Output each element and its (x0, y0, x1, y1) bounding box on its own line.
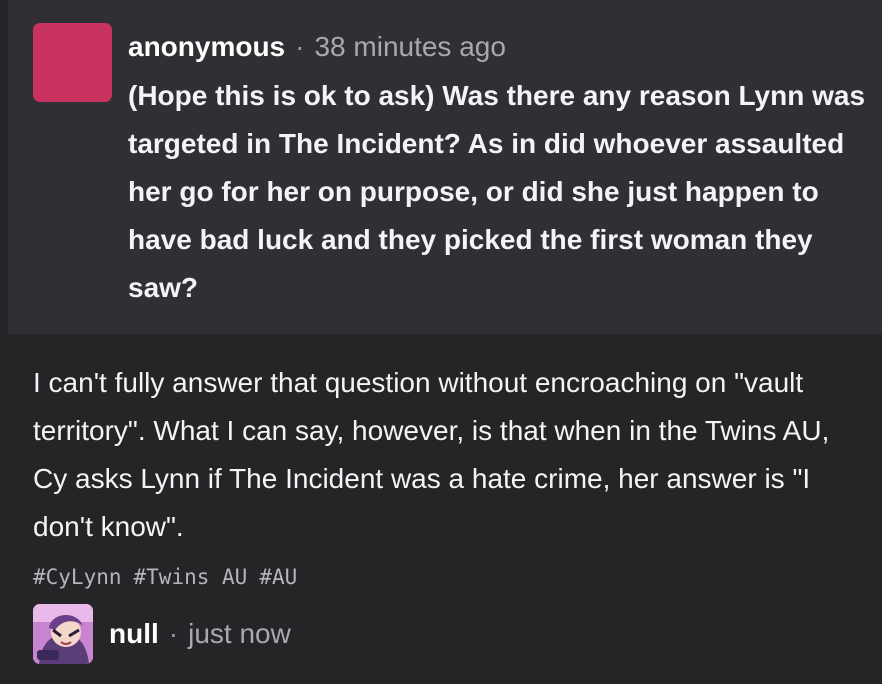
tag-cylynn[interactable]: #CyLynn (33, 565, 122, 589)
ask-header: anonymous · 38 minutes ago (128, 28, 506, 66)
avatar-illustration-icon (33, 604, 93, 664)
user-avatar[interactable] (33, 604, 93, 664)
anonymous-avatar[interactable] (33, 23, 112, 102)
tag-list: #CyLynn #Twins AU #AU (33, 561, 309, 593)
tag-twins-au[interactable]: #Twins AU (134, 565, 248, 589)
ask-box: anonymous · 38 minutes ago (Hope this is o… (8, 0, 882, 334)
footer-timestamp: just now (188, 618, 291, 649)
footer-author-name[interactable]: null (109, 618, 159, 649)
ask-question-text: (Hope this is ok to ask) Was there any r… (128, 80, 866, 303)
answer-text: I can't fully answer that question witho… (33, 367, 830, 542)
tag-au[interactable]: #AU (259, 565, 297, 589)
post-footer-meta: null · just now (109, 615, 291, 653)
ask-author-name[interactable]: anonymous (128, 31, 285, 62)
separator-dot: · (168, 618, 179, 649)
ask-timestamp: 38 minutes ago (314, 31, 506, 62)
separator-dot: · (295, 31, 305, 62)
